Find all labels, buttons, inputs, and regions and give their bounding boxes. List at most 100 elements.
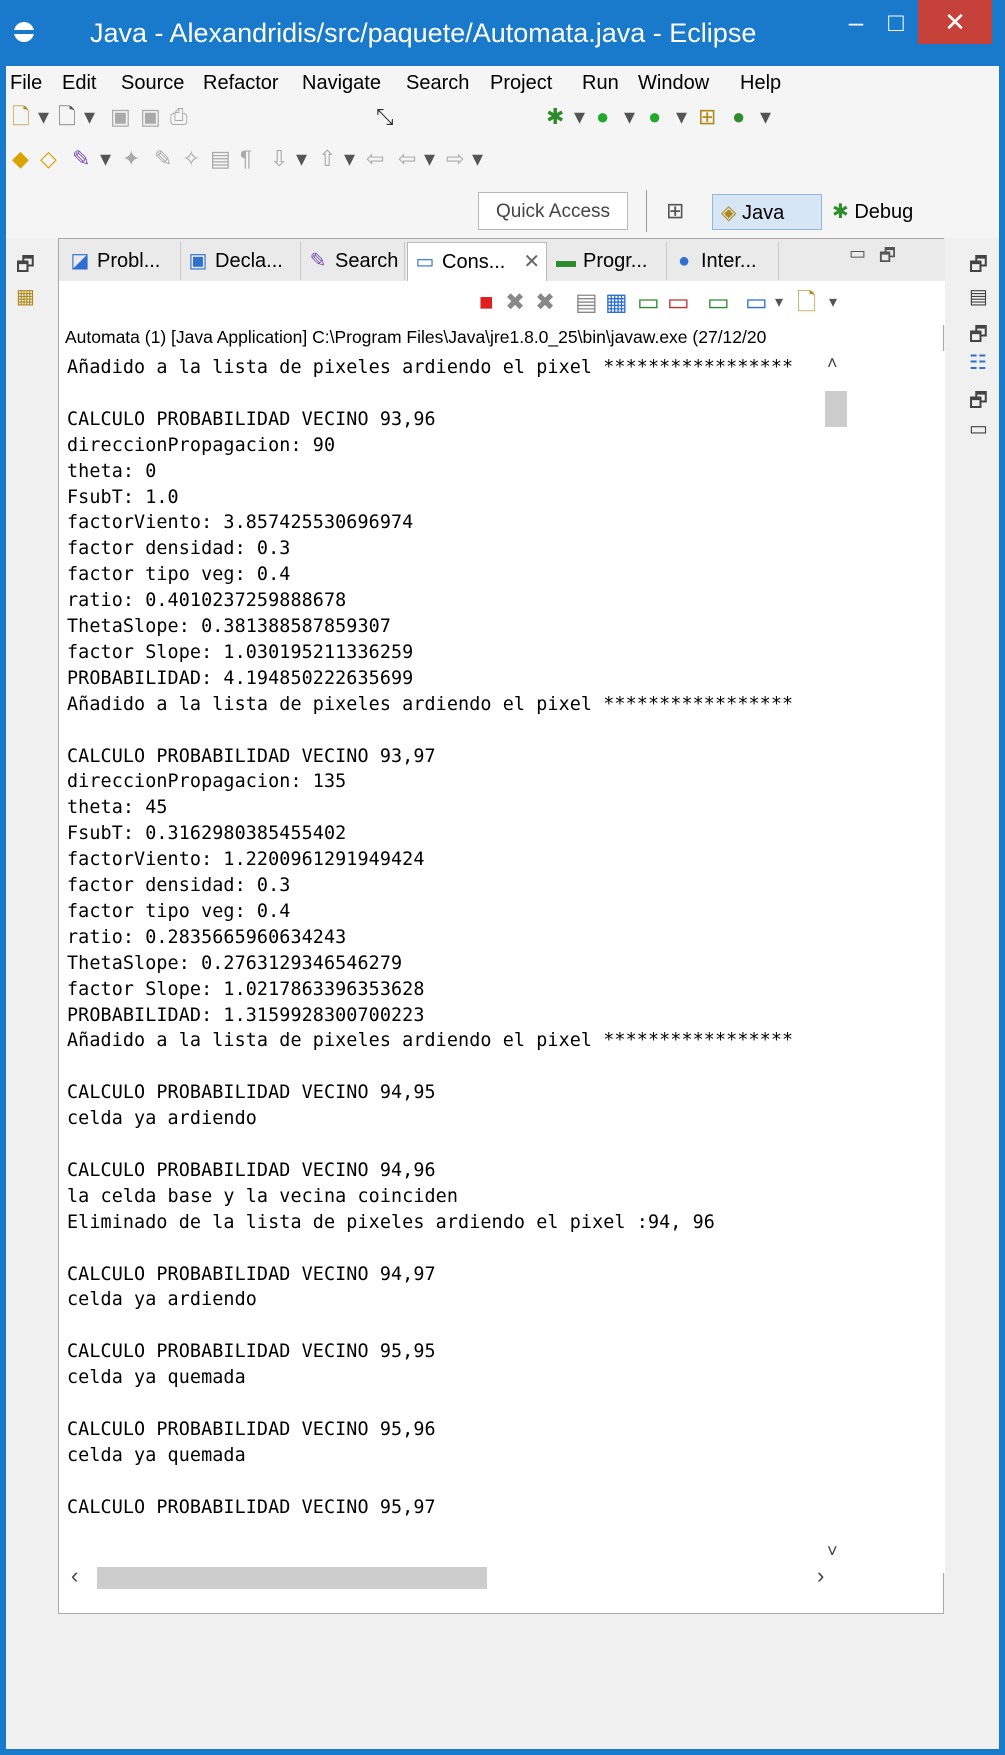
- maximize-view-icon[interactable]: 🗗: [879, 243, 896, 273]
- dropdown-icon[interactable]: ▾: [574, 104, 585, 130]
- console-line: CALCULO PROBABILIDAD VECINO 94,96: [67, 1159, 436, 1181]
- open-type-icon[interactable]: ◆: [12, 146, 29, 172]
- debug-icon[interactable]: ✱: [546, 104, 564, 130]
- tab-search[interactable]: ✎ Search: [301, 242, 405, 280]
- toggle-ant-icon[interactable]: ✦: [122, 146, 140, 172]
- terminate-icon[interactable]: ■: [479, 289, 494, 317]
- search-tool-icon[interactable]: ✎: [72, 146, 90, 172]
- menu-navigate[interactable]: Navigate: [302, 72, 381, 95]
- console-line: ThetaSlope: 0.381388587859307: [67, 616, 391, 637]
- skip-breakpoints-icon[interactable]: ⤡: [376, 104, 394, 130]
- vertical-scrollbar[interactable]: ˄ ˅: [821, 351, 847, 1573]
- outline-icon[interactable]: ☷: [969, 350, 987, 375]
- menu-source[interactable]: Source: [121, 72, 184, 95]
- tab-problems[interactable]: ◪ Probl...: [63, 242, 181, 280]
- forward-icon[interactable]: ⇨: [446, 146, 464, 172]
- horizontal-scroll-thumb[interactable]: [97, 1567, 487, 1589]
- dropdown-icon[interactable]: ▾: [84, 104, 95, 130]
- open-console-icon[interactable]: 🗋: [797, 289, 816, 317]
- scroll-lock-icon[interactable]: ▦: [605, 289, 628, 317]
- restore-icon[interactable]: 🗗: [969, 386, 988, 420]
- debug-perspective-button[interactable]: ✱ Debug: [824, 194, 942, 230]
- minimize-view-icon[interactable]: ▭: [849, 243, 866, 264]
- save-icon[interactable]: ▣: [110, 104, 131, 130]
- back-icon[interactable]: ⇦: [398, 146, 416, 172]
- horizontal-scrollbar[interactable]: ‹ ›: [63, 1561, 849, 1593]
- remove-all-launches-icon[interactable]: ✖: [535, 289, 555, 317]
- console-line: theta: 0: [67, 460, 157, 482]
- dropdown-icon[interactable]: ▾: [829, 289, 837, 317]
- dropdown-icon[interactable]: ▾: [676, 104, 687, 130]
- restore-icon[interactable]: 🗗: [16, 250, 35, 284]
- save-all-icon[interactable]: ▣: [140, 104, 161, 130]
- next-annotation-icon[interactable]: ⇩: [270, 146, 288, 172]
- new-type-icon[interactable]: 🗋: [58, 104, 76, 130]
- maximize-button[interactable]: □: [876, 0, 916, 46]
- restore-icon[interactable]: 🗗: [969, 320, 988, 354]
- console-line: Eliminado de la lista de pixeles ardiend…: [67, 1211, 715, 1233]
- dropdown-icon[interactable]: ▾: [472, 146, 483, 172]
- new-icon[interactable]: 🗋: [12, 104, 30, 130]
- paragraph-icon[interactable]: ¶: [240, 146, 252, 172]
- scroll-left-icon[interactable]: ‹: [71, 1563, 78, 1589]
- eclipse-icon: [12, 22, 36, 42]
- prev-annotation-icon[interactable]: ⇧: [318, 146, 336, 172]
- scroll-down-icon[interactable]: ˅: [827, 1541, 838, 1562]
- last-edit-icon[interactable]: ⇦: [366, 146, 384, 172]
- pin-console-icon[interactable]: ▭: [707, 289, 730, 317]
- print-icon[interactable]: ⎙: [170, 104, 188, 130]
- close-button[interactable]: ✕: [918, 0, 992, 44]
- scroll-up-icon[interactable]: ˄: [827, 353, 838, 374]
- toggle-block-icon[interactable]: ✧: [182, 146, 200, 172]
- console-line: CALCULO PROBABILIDAD VECINO 95,95: [67, 1341, 436, 1363]
- dropdown-icon[interactable]: ▾: [624, 104, 635, 130]
- console-line: la celda base y la vecina coinciden: [67, 1185, 459, 1207]
- menu-edit[interactable]: Edit: [62, 72, 96, 95]
- menu-search[interactable]: Search: [406, 72, 469, 95]
- minimize-button[interactable]: –: [836, 0, 876, 46]
- menu-window[interactable]: Window: [638, 72, 709, 95]
- main-toolbar: 🗋 ▾ 🗋 ▾ ▣ ▣ ⎙ ⤡ ✱ ▾ ● ▾ ● ▾ ⊞ ● ▾ ◆ ◇ ✎ …: [6, 102, 999, 238]
- restore-icon[interactable]: 🗗: [969, 250, 988, 284]
- menu-project[interactable]: Project: [490, 72, 552, 95]
- dropdown-icon[interactable]: ▾: [296, 146, 307, 172]
- new-java-package-icon[interactable]: ⊞: [698, 104, 716, 130]
- show-stderr-icon[interactable]: ▭: [667, 289, 690, 317]
- dropdown-icon[interactable]: ▾: [344, 146, 355, 172]
- open-task-icon[interactable]: ◇: [40, 146, 57, 172]
- vertical-scroll-thumb[interactable]: [825, 391, 847, 427]
- tab-progress[interactable]: ▬ Progr...: [549, 242, 667, 280]
- display-console-icon[interactable]: ▭: [745, 289, 768, 317]
- new-java-class-icon[interactable]: ●: [732, 104, 745, 130]
- external-tools-icon[interactable]: ●: [648, 104, 661, 130]
- remove-launch-icon[interactable]: ✖: [505, 289, 525, 317]
- dropdown-icon[interactable]: ▾: [775, 289, 783, 317]
- open-perspective-icon[interactable]: ⊞: [666, 198, 684, 224]
- show-stdout-icon[interactable]: ▭: [637, 289, 660, 317]
- tab-declaration[interactable]: ▣ Decla...: [181, 242, 301, 280]
- dropdown-icon[interactable]: ▾: [38, 104, 49, 130]
- editor-icon[interactable]: ▭: [969, 416, 988, 441]
- tab-label: Progr...: [583, 250, 648, 272]
- scroll-right-icon[interactable]: ›: [817, 1563, 824, 1589]
- task-list-icon[interactable]: ▤: [969, 284, 988, 309]
- clear-console-icon[interactable]: ▤: [575, 289, 598, 317]
- quick-access-input[interactable]: Quick Access: [478, 192, 628, 230]
- show-whitespace-icon[interactable]: ▤: [210, 146, 231, 172]
- menu-file[interactable]: File: [10, 72, 42, 95]
- menu-run[interactable]: Run: [582, 72, 619, 95]
- dropdown-icon[interactable]: ▾: [100, 146, 111, 172]
- toggle-mark-icon[interactable]: ✎: [154, 146, 172, 172]
- dropdown-icon[interactable]: ▾: [424, 146, 435, 172]
- package-explorer-icon[interactable]: ▦: [16, 284, 35, 309]
- close-tab-icon[interactable]: ✕: [523, 251, 540, 273]
- menu-help[interactable]: Help: [740, 72, 781, 95]
- tab-internal-web-browser[interactable]: ● Inter...: [667, 242, 779, 280]
- console-line: CALCULO PROBABILIDAD VECINO 94,95: [67, 1082, 436, 1104]
- run-icon[interactable]: ●: [596, 104, 609, 130]
- java-perspective-button[interactable]: ◈ Java: [712, 194, 822, 230]
- console-output[interactable]: Añadido a la lista de pixeles ardiendo e…: [59, 351, 945, 1573]
- menu-refactor[interactable]: Refactor: [203, 72, 279, 95]
- tab-console[interactable]: ▭ Cons... ✕: [407, 242, 547, 282]
- dropdown-icon[interactable]: ▾: [760, 104, 771, 130]
